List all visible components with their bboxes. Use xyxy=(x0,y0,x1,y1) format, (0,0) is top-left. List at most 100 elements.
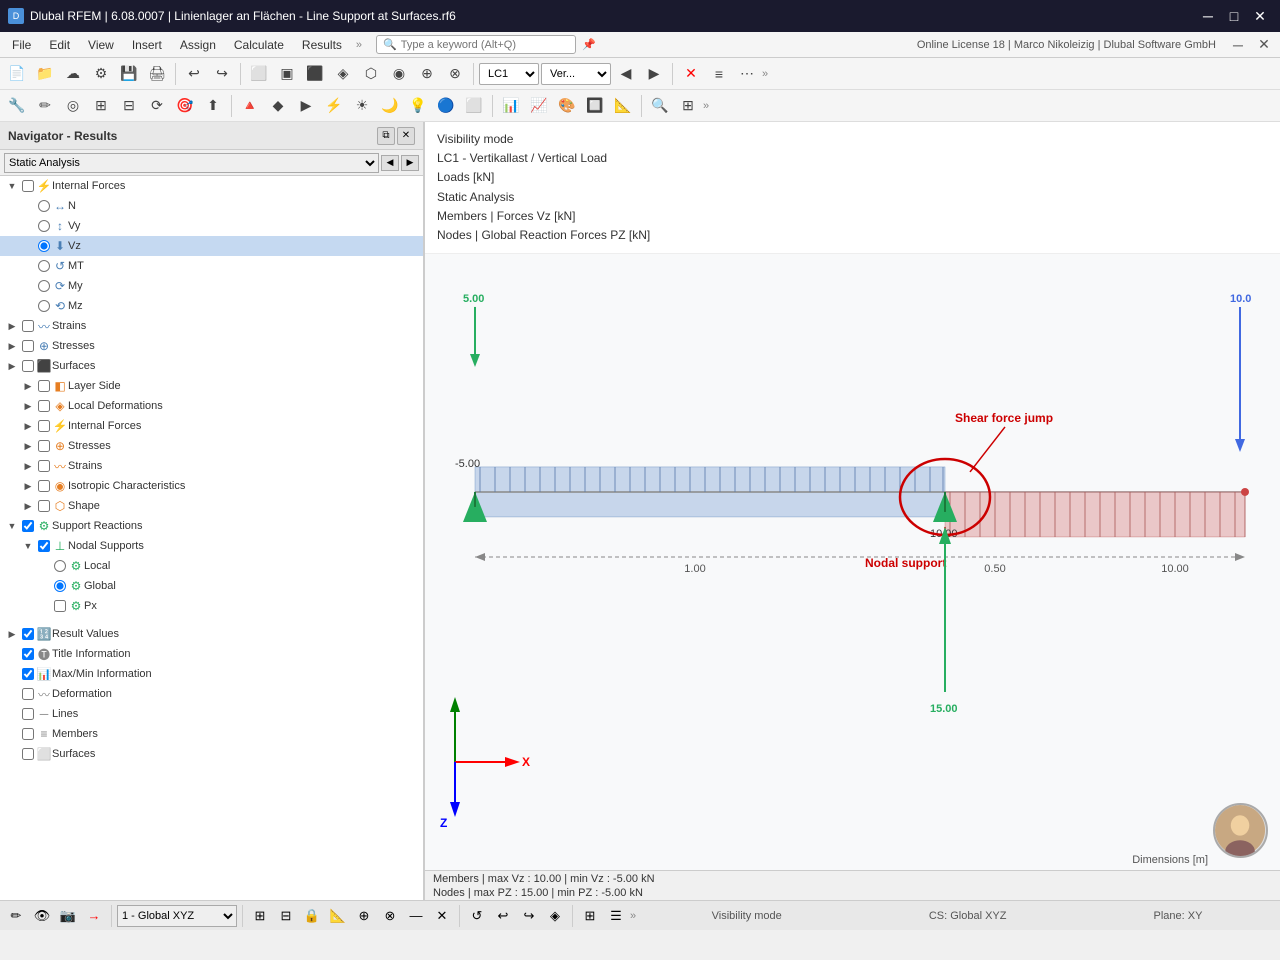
bt-dash[interactable]: — xyxy=(404,904,428,928)
tb-redo[interactable]: ↪ xyxy=(209,61,235,87)
search-area[interactable]: 🔍 xyxy=(376,35,576,54)
tree-nodal-supports[interactable]: ▼ ⊥ Nodal Supports xyxy=(0,536,423,556)
cb-nodal-sup[interactable] xyxy=(38,540,50,552)
expander-result-values[interactable]: ▶ xyxy=(4,626,20,642)
expander-stress2[interactable]: ▶ xyxy=(20,438,36,454)
cb-isotropic[interactable] xyxy=(38,480,50,492)
expander-strains2[interactable]: ▶ xyxy=(20,458,36,474)
bt-rotate[interactable]: ↺ xyxy=(465,904,489,928)
tb-view5[interactable]: ⬡ xyxy=(358,61,384,87)
menu-calculate[interactable]: Calculate xyxy=(226,36,292,54)
tb2-24[interactable]: ⊞ xyxy=(675,93,701,119)
nav-left-arrow[interactable]: ◀ xyxy=(381,155,399,171)
tb2-5[interactable]: ⊟ xyxy=(116,93,142,119)
bt-undo2[interactable]: ↩ xyxy=(491,904,515,928)
bt-table[interactable]: ⊞ xyxy=(578,904,602,928)
tree-vz[interactable]: ▶ ⬇ Vz xyxy=(0,236,423,256)
tree-local[interactable]: ▶ ⚙ Local xyxy=(0,556,423,576)
tree-surfaces[interactable]: ▶ ⬛ Surfaces xyxy=(0,356,423,376)
tb-x-red[interactable]: ✕ xyxy=(678,61,704,87)
bt-camera[interactable]: 📷 xyxy=(56,904,80,928)
radio-vy[interactable] xyxy=(38,220,50,232)
bt-draw[interactable]: ✏ xyxy=(4,904,28,928)
tb2-14[interactable]: 🌙 xyxy=(377,93,403,119)
cb-internal-forces[interactable] xyxy=(22,180,34,192)
cb-strains2[interactable] xyxy=(38,460,50,472)
cb-if2[interactable] xyxy=(38,420,50,432)
cb-deformation[interactable] xyxy=(22,688,34,700)
expander-layer-side[interactable]: ▶ xyxy=(20,378,36,394)
bt-redo2[interactable]: ↪ xyxy=(517,904,541,928)
tb2-12[interactable]: ⚡ xyxy=(321,93,347,119)
cb-lines[interactable] xyxy=(22,708,34,720)
menu-insert[interactable]: Insert xyxy=(124,36,170,54)
expander-isotropic[interactable]: ▶ xyxy=(20,478,36,494)
tree-local-deformations[interactable]: ▶ ◈ Local Deformations xyxy=(0,396,423,416)
nav-analysis-combo[interactable]: Static Analysis xyxy=(4,153,379,173)
bt-list[interactable]: ☰ xyxy=(604,904,628,928)
tree-maxmin-info[interactable]: ▶ 📊 Max/Min Information xyxy=(0,664,423,684)
cb-px[interactable] xyxy=(54,600,66,612)
tree-deformation[interactable]: ▶ 〰 Deformation xyxy=(0,684,423,704)
cb-stresses[interactable] xyxy=(22,340,34,352)
tree-stresses[interactable]: ▶ ⊕ Stresses xyxy=(0,336,423,356)
tb-view3[interactable]: ⬛ xyxy=(302,61,328,87)
cb-title-info[interactable] xyxy=(22,648,34,660)
expander-internal-forces[interactable]: ▼ xyxy=(4,178,20,194)
tb-print[interactable]: 🖨 xyxy=(144,61,170,87)
viewport[interactable]: 5.00 10.0 -5.00 xyxy=(425,254,1280,870)
cb-surfaces[interactable] xyxy=(22,360,34,372)
bt-3d[interactable]: ◈ xyxy=(543,904,567,928)
tb-new[interactable]: 📄 xyxy=(4,61,30,87)
tb-view7[interactable]: ⊕ xyxy=(414,61,440,87)
tree-isotropic[interactable]: ▶ ◉ Isotropic Characteristics xyxy=(0,476,423,496)
tree-mz[interactable]: ▶ ⟲ Mz xyxy=(0,296,423,316)
tree-internal-forces[interactable]: ▼ ⚡ Internal Forces xyxy=(0,176,423,196)
expander-support-reactions[interactable]: ▼ xyxy=(4,518,20,534)
tb2-18[interactable]: 📊 xyxy=(498,93,524,119)
radio-mz[interactable] xyxy=(38,300,50,312)
bt-cross[interactable]: ✕ xyxy=(430,904,454,928)
bt-circle[interactable]: ⊗ xyxy=(378,904,402,928)
tree-support-reactions[interactable]: ▼ ⚙ Support Reactions xyxy=(0,516,423,536)
tb-view8[interactable]: ⊗ xyxy=(442,61,468,87)
tree-members[interactable]: ▶ ≡ Members xyxy=(0,724,423,744)
tb2-16[interactable]: 🔵 xyxy=(433,93,459,119)
menu-edit[interactable]: Edit xyxy=(41,36,78,54)
tree-n[interactable]: ▶ ↔ N xyxy=(0,196,423,216)
cb-strains-1[interactable] xyxy=(22,320,34,332)
tb-view4[interactable]: ◈ xyxy=(330,61,356,87)
minimize-button[interactable]: ─ xyxy=(1196,4,1220,28)
cb-local-def[interactable] xyxy=(38,400,50,412)
tb2-17[interactable]: ⬜ xyxy=(461,93,487,119)
tree-internal-forces-2[interactable]: ▶ ⚡ Internal Forces xyxy=(0,416,423,436)
tb2-2[interactable]: ✏ xyxy=(32,93,58,119)
bt-snap[interactable]: ⊟ xyxy=(274,904,298,928)
panel-close-button[interactable]: ✕ xyxy=(1252,33,1276,57)
menu-results[interactable]: Results xyxy=(294,36,350,54)
tb2-21[interactable]: 🔲 xyxy=(582,93,608,119)
tb2-9[interactable]: 🔺 xyxy=(237,93,263,119)
tb2-3[interactable]: ◎ xyxy=(60,93,86,119)
tb2-15[interactable]: 💡 xyxy=(405,93,431,119)
search-input[interactable] xyxy=(401,39,541,51)
tb2-8[interactable]: ⬆ xyxy=(200,93,226,119)
ver-combo[interactable]: Ver... xyxy=(541,63,611,85)
tb2-19[interactable]: 📈 xyxy=(526,93,552,119)
tb-cloud[interactable]: ☁ xyxy=(60,61,86,87)
expander-surfaces[interactable]: ▶ xyxy=(4,358,20,374)
tree-global[interactable]: ▶ ⚙ Global xyxy=(0,576,423,596)
bt-magnet[interactable]: ⊕ xyxy=(352,904,376,928)
radio-my[interactable] xyxy=(38,280,50,292)
cb-shape[interactable] xyxy=(38,500,50,512)
tree-layer-side[interactable]: ▶ ◧ Layer Side xyxy=(0,376,423,396)
tb-open[interactable]: 📁 xyxy=(32,61,58,87)
tree-strains-1[interactable]: ▶ 〰 Strains xyxy=(0,316,423,336)
radio-local[interactable] xyxy=(54,560,66,572)
expander-nodal-sup[interactable]: ▼ xyxy=(20,538,36,554)
cb-support-reactions[interactable] xyxy=(22,520,34,532)
nav-close[interactable]: ✕ xyxy=(397,127,415,145)
tb2-4[interactable]: ⊞ xyxy=(88,93,114,119)
cb-maxmin[interactable] xyxy=(22,668,34,680)
tb2-10[interactable]: ◆ xyxy=(265,93,291,119)
